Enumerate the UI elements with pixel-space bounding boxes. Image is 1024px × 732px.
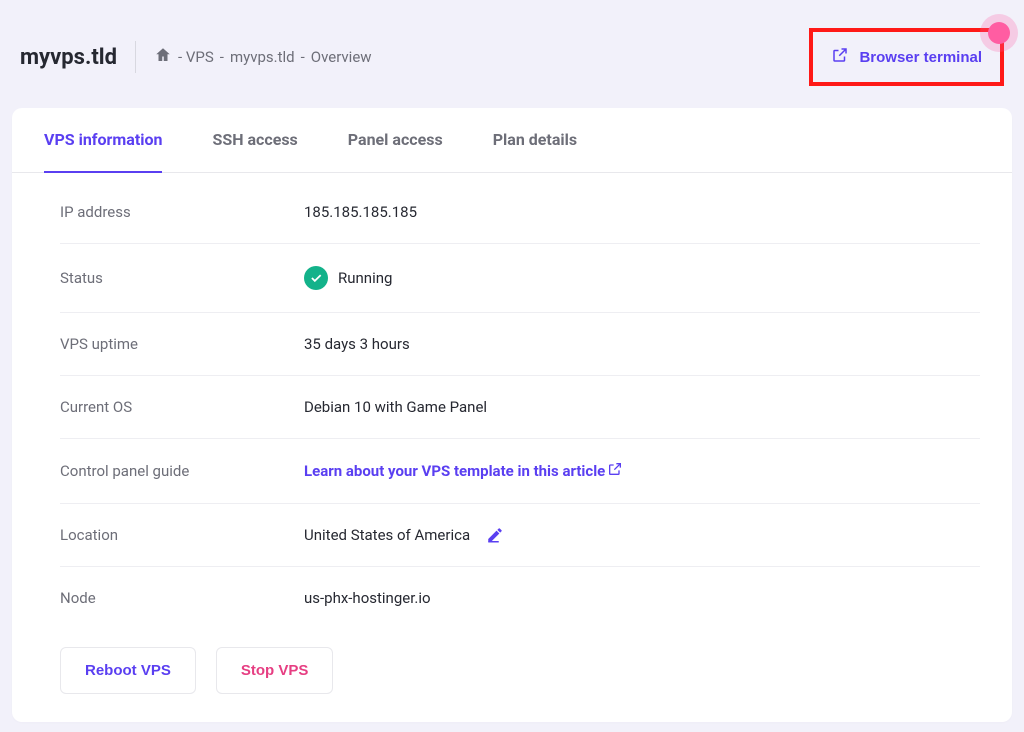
external-link-icon bbox=[831, 46, 849, 68]
value-os: Debian 10 with Game Panel bbox=[304, 398, 487, 416]
edit-icon[interactable] bbox=[486, 526, 504, 544]
page-title: myvps.tld bbox=[20, 45, 117, 70]
row-uptime: VPS uptime 35 days 3 hours bbox=[60, 313, 980, 376]
breadcrumb-sep: - bbox=[220, 48, 224, 66]
reboot-button[interactable]: Reboot VPS bbox=[60, 647, 196, 694]
label-node: Node bbox=[60, 589, 304, 607]
row-ip-address: IP address 185.185.185.185 bbox=[60, 181, 980, 244]
breadcrumb-part[interactable]: myvps.tld bbox=[230, 48, 295, 66]
external-link-icon bbox=[607, 461, 623, 481]
breadcrumb[interactable]: - VPS - myvps.tld - Overview bbox=[154, 46, 372, 68]
row-os: Current OS Debian 10 with Game Panel bbox=[60, 376, 980, 439]
browser-terminal-label: Browser terminal bbox=[859, 49, 982, 66]
breadcrumb-sep: - bbox=[301, 48, 305, 66]
home-icon[interactable] bbox=[154, 46, 172, 68]
value-ip: 185.185.185.185 bbox=[304, 203, 417, 221]
header-divider bbox=[135, 41, 136, 73]
tabs: VPS information SSH access Panel access … bbox=[12, 108, 1012, 173]
browser-terminal-button[interactable]: Browser terminal bbox=[809, 28, 1004, 86]
tab-plan-details[interactable]: Plan details bbox=[493, 108, 577, 173]
check-circle-icon bbox=[304, 266, 328, 290]
info-rows: IP address 185.185.185.185 Status Runnin… bbox=[12, 173, 1012, 629]
page-header: myvps.tld - VPS - myvps.tld - Overview B… bbox=[0, 0, 1024, 108]
action-buttons: Reboot VPS Stop VPS bbox=[12, 629, 1012, 722]
value-status: Running bbox=[304, 266, 392, 290]
label-guide: Control panel guide bbox=[60, 462, 304, 480]
row-location: Location United States of America bbox=[60, 504, 980, 567]
value-node: us-phx-hostinger.io bbox=[304, 589, 431, 607]
vps-card: VPS information SSH access Panel access … bbox=[12, 108, 1012, 722]
status-text: Running bbox=[338, 269, 392, 287]
tab-ssh-access[interactable]: SSH access bbox=[212, 108, 297, 173]
guide-link-text: Learn about your VPS template in this ar… bbox=[304, 462, 605, 480]
value-location: United States of America bbox=[304, 526, 504, 544]
label-uptime: VPS uptime bbox=[60, 335, 304, 353]
label-ip: IP address bbox=[60, 203, 304, 221]
row-status: Status Running bbox=[60, 244, 980, 313]
breadcrumb-part[interactable]: - VPS bbox=[178, 48, 214, 66]
label-location: Location bbox=[60, 526, 304, 544]
location-text: United States of America bbox=[304, 526, 470, 544]
breadcrumb-part: Overview bbox=[311, 48, 372, 66]
tab-panel-access[interactable]: Panel access bbox=[348, 108, 443, 173]
label-os: Current OS bbox=[60, 398, 304, 416]
value-uptime: 35 days 3 hours bbox=[304, 335, 410, 353]
row-guide: Control panel guide Learn about your VPS… bbox=[60, 439, 980, 504]
guide-link[interactable]: Learn about your VPS template in this ar… bbox=[304, 461, 623, 481]
stop-button[interactable]: Stop VPS bbox=[216, 647, 334, 694]
row-node: Node us-phx-hostinger.io bbox=[60, 567, 980, 629]
label-status: Status bbox=[60, 269, 304, 287]
tab-vps-information[interactable]: VPS information bbox=[44, 108, 162, 173]
notification-dot-icon bbox=[988, 22, 1010, 44]
